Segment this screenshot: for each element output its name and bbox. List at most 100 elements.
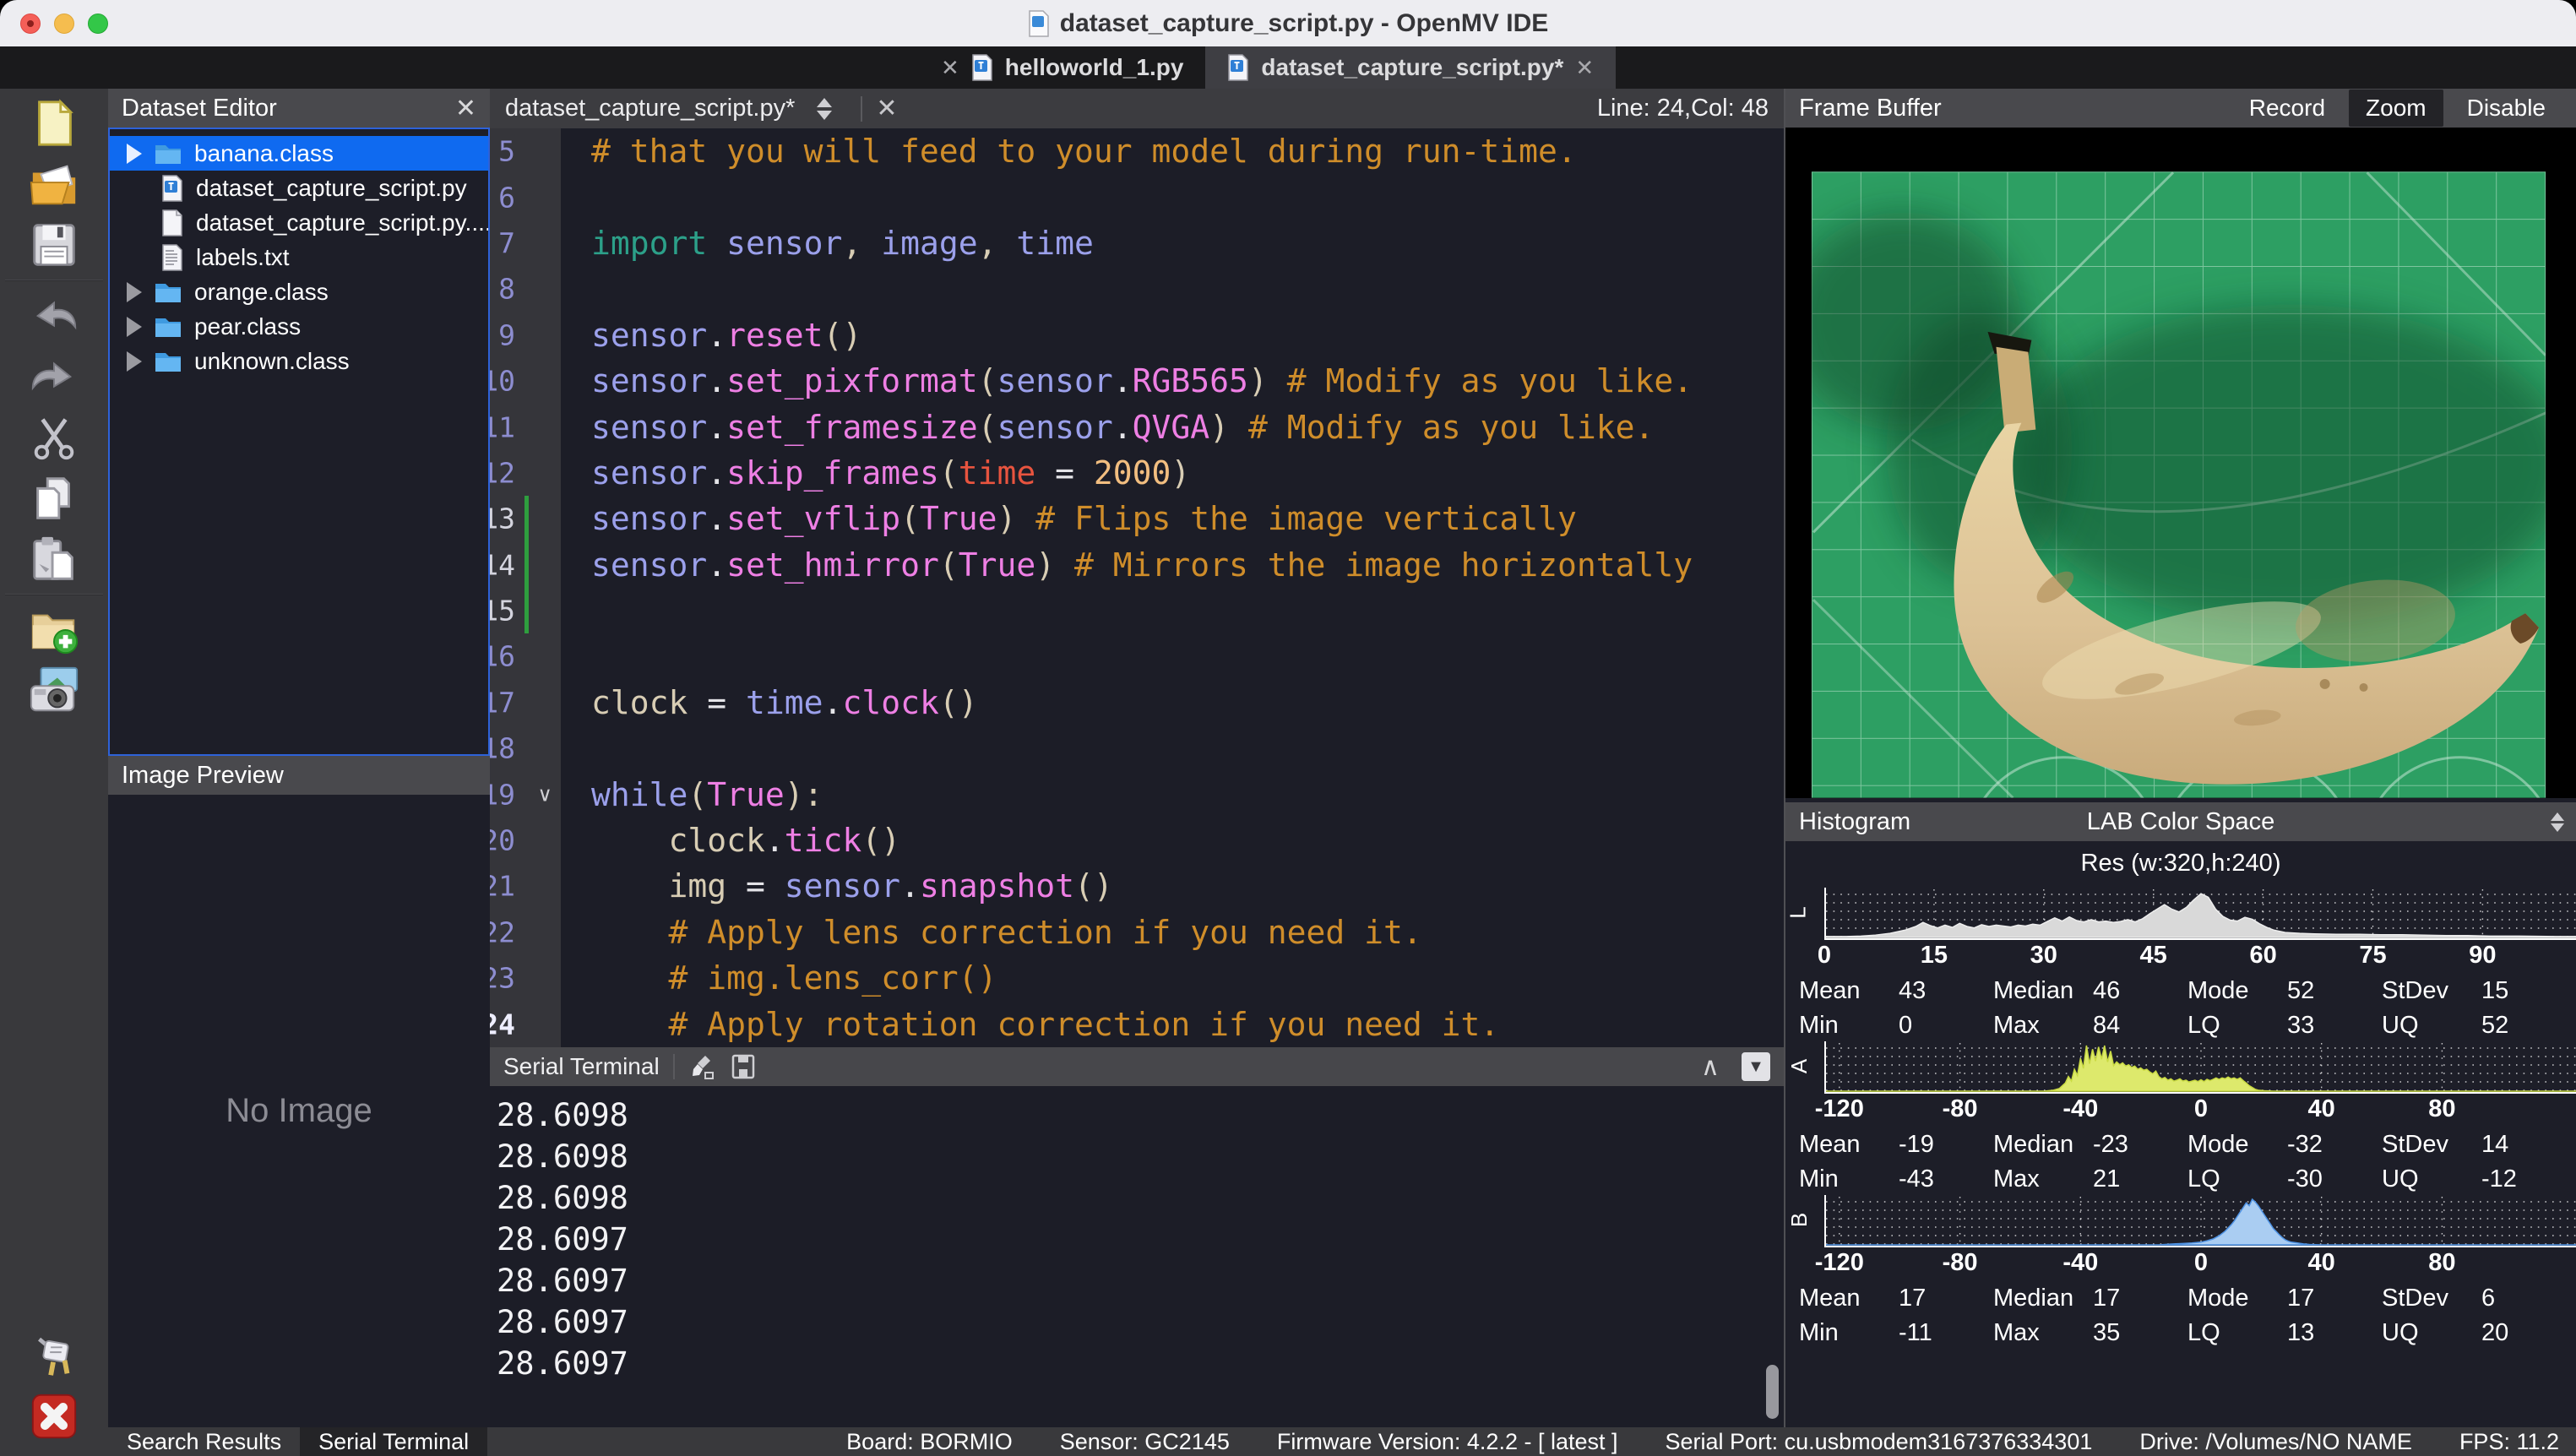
- toolbar-divider: [5, 594, 103, 595]
- resolution-label: Res (w:320,h:240): [1785, 850, 2576, 877]
- zoom-button[interactable]: Zoom: [2349, 90, 2443, 127]
- code-line-17: 17clock = time.clock(): [490, 680, 1784, 725]
- tree-item-orange-class[interactable]: orange.class: [110, 274, 488, 309]
- stat-lq: LQ-30: [2187, 1165, 2382, 1193]
- line-number: 19: [490, 778, 515, 811]
- tick-label: 0: [2194, 1095, 2208, 1123]
- expand-arrow-icon[interactable]: [127, 282, 142, 302]
- window-title: dataset_capture_script.py - OpenMV IDE: [1028, 9, 1549, 38]
- fold-arrow-icon[interactable]: ∨: [537, 782, 552, 807]
- save-file-icon[interactable]: [26, 219, 82, 271]
- tree-item-dataset-capture-script-py-[interactable]: dataset_capture_script.py....: [110, 205, 488, 240]
- tree-item-label: pear.class: [194, 313, 301, 340]
- statusbar-board: Board: BORMIO: [846, 1429, 1013, 1455]
- terminal-scrollbar[interactable]: [1766, 1365, 1779, 1419]
- tick-label: 0: [2194, 1249, 2208, 1277]
- record-button[interactable]: Record: [2232, 90, 2342, 127]
- toolbar-divider: [5, 280, 103, 281]
- stat-value: -30: [2287, 1165, 2323, 1193]
- clear-terminal-icon[interactable]: [688, 1052, 717, 1081]
- tab-dataset-capture-script-py-[interactable]: dataset_capture_script.py* ✕: [1205, 46, 1616, 89]
- capture-image-icon[interactable]: [26, 665, 82, 717]
- code-line-text: # Apply rotation correction if you need …: [561, 1006, 1499, 1043]
- histogram-header: Histogram LAB Color Space: [1785, 802, 2576, 841]
- new-file-icon[interactable]: [26, 97, 82, 149]
- new-class-folder-icon[interactable]: [26, 604, 82, 656]
- histogram-channel-l: L0153045607590Mean43Median46Mode52StDev1…: [1785, 888, 2576, 1040]
- code-editor[interactable]: 5# that you will feed to your model duri…: [490, 128, 1784, 1047]
- colorspace-select[interactable]: LAB Color Space: [1799, 808, 2562, 836]
- close-file-icon[interactable]: ✕: [876, 94, 897, 123]
- save-terminal-log-icon[interactable]: [729, 1052, 758, 1081]
- statusbar-tab-serial-terminal[interactable]: Serial Terminal: [300, 1427, 487, 1456]
- stat-value: 84: [2093, 1012, 2120, 1040]
- zoom-window-button[interactable]: [88, 14, 108, 34]
- file-switcher-spinner-icon[interactable]: [817, 98, 832, 120]
- code-line-14: 14sensor.set_hmirror(True) # Mirrors the…: [490, 542, 1784, 588]
- file-icon: [160, 244, 184, 271]
- stat-stdev: StDev6: [2382, 1285, 2576, 1312]
- tab-label: dataset_capture_script.py*: [1261, 54, 1563, 81]
- tree-item-labels-txt[interactable]: labels.txt: [110, 240, 488, 274]
- line-number-gutter: 22: [490, 910, 561, 955]
- tick-label: 45: [2140, 942, 2167, 970]
- stat-label: Mode: [2187, 1285, 2287, 1312]
- frame-buffer-header: Frame Buffer RecordZoomDisable: [1785, 89, 2576, 128]
- histogram-plot-b: [1824, 1195, 2576, 1247]
- stat-mode: Mode-32: [2187, 1131, 2382, 1159]
- line-number: 9: [498, 318, 515, 351]
- close-tab-icon[interactable]: ✕: [941, 55, 959, 81]
- statusbar-serial-port: Serial Port: cu.usbmodem3167376334301: [1666, 1429, 2093, 1455]
- code-line-text: while(True):: [561, 776, 823, 813]
- popout-terminal-icon[interactable]: ▼: [1742, 1052, 1770, 1081]
- tree-item-label: dataset_capture_script.py: [196, 175, 467, 202]
- disconnect-icon[interactable]: [26, 1390, 82, 1442]
- tree-item-dataset-capture-script-py[interactable]: dataset_capture_script.py: [110, 171, 488, 205]
- stat-mode: Mode52: [2187, 977, 2382, 1005]
- tree-item-unknown-class[interactable]: unknown.class: [110, 344, 488, 378]
- tree-item-banana-class[interactable]: banana.class: [110, 136, 488, 171]
- modified-line-marker: [524, 542, 529, 588]
- copy-icon[interactable]: [26, 472, 82, 524]
- paste-icon[interactable]: [26, 533, 82, 585]
- tree-item-pear-class[interactable]: pear.class: [110, 309, 488, 344]
- cut-icon[interactable]: [26, 411, 82, 464]
- stat-value: 20: [2481, 1319, 2508, 1347]
- close-dataset-editor-icon[interactable]: ✕: [455, 94, 476, 123]
- code-line-18: 18: [490, 725, 1784, 771]
- stat-label: Mean: [1799, 977, 1899, 1005]
- minimize-window-button[interactable]: [54, 14, 74, 34]
- channel-letter: L: [1785, 906, 1812, 918]
- expand-arrow-icon[interactable]: [127, 144, 142, 164]
- statusbar-tab-search-results[interactable]: Search Results: [108, 1427, 300, 1456]
- stat-min: Min-11: [1799, 1319, 1993, 1347]
- stat-min: Min0: [1799, 1012, 1993, 1040]
- serial-terminal-output[interactable]: 28.609828.609828.609828.609728.609728.60…: [490, 1086, 1784, 1427]
- code-line-20: 20 clock.tick(): [490, 818, 1784, 863]
- stat-value: 17: [2093, 1285, 2120, 1312]
- expand-arrow-icon[interactable]: [127, 317, 142, 337]
- redo-icon[interactable]: [26, 350, 82, 403]
- disable-button[interactable]: Disable: [2450, 90, 2562, 127]
- terminal-line: 28.6097: [497, 1260, 1784, 1301]
- undo-icon[interactable]: [26, 290, 82, 342]
- open-file-name[interactable]: dataset_capture_script.py*: [505, 95, 795, 122]
- line-number-gutter: 6: [490, 174, 561, 220]
- stat-value: 15: [2481, 977, 2508, 1005]
- colorspace-spinner-icon[interactable]: [2551, 812, 2564, 832]
- expand-arrow-icon[interactable]: [127, 351, 142, 372]
- line-number: 24: [490, 1008, 515, 1040]
- code-line-9: 9sensor.reset(): [490, 312, 1784, 358]
- connect-plug-icon[interactable]: [26, 1329, 82, 1382]
- open-file-icon[interactable]: [26, 158, 82, 210]
- code-line-7: 7import sensor, image, time: [490, 220, 1784, 266]
- frame-buffer-view[interactable]: [1785, 128, 2576, 798]
- code-line-10: 10sensor.set_pixformat(sensor.RGB565) # …: [490, 358, 1784, 404]
- stat-median: Median17: [1993, 1285, 2187, 1312]
- line-number-gutter: 17: [490, 680, 561, 725]
- editor-tab-bar: ✕helloworld_1.pydataset_capture_script.p…: [0, 46, 2576, 89]
- close-tab-icon[interactable]: ✕: [1575, 55, 1594, 81]
- tab-helloworld-1-py[interactable]: ✕helloworld_1.py: [919, 46, 1205, 89]
- close-window-button[interactable]: [20, 14, 41, 34]
- collapse-terminal-icon[interactable]: ∧: [1701, 1052, 1720, 1082]
